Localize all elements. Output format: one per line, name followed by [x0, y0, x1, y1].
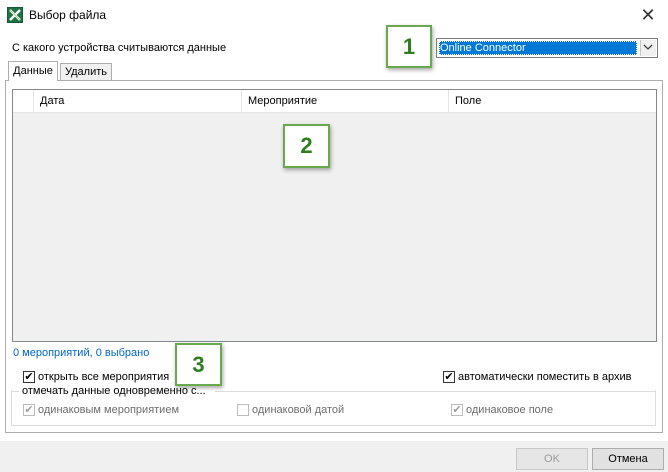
callout-badge-3: 3: [175, 343, 222, 386]
open-all-checkbox[interactable]: ✔: [23, 371, 35, 383]
auto-archive-checkbox[interactable]: ✔: [443, 371, 455, 383]
data-grid[interactable]: Дата Мероприятие Поле: [12, 89, 657, 342]
column-header-date[interactable]: Дата: [34, 90, 242, 112]
same-event-checkbox[interactable]: ✔: [23, 404, 35, 416]
same-event-label: одинаковым мероприятием: [38, 404, 180, 416]
tab-delete[interactable]: Удалить: [60, 63, 112, 80]
same-date-checkbox[interactable]: [237, 404, 249, 416]
device-dropdown[interactable]: Online Connector: [436, 38, 658, 58]
callout-badge-2: 2: [283, 124, 330, 168]
column-header-event[interactable]: Мероприятие: [242, 90, 449, 112]
excel-icon: [7, 7, 23, 23]
auto-archive-label: автоматически поместить в архив: [458, 371, 632, 383]
device-label: С какого устройства считываются данные: [12, 42, 227, 54]
group-border: [11, 391, 19, 392]
device-selected-value: Online Connector: [439, 41, 637, 55]
group-label: отмечать данные одновременно с...: [22, 385, 206, 397]
same-date-label: одинаковой датой: [252, 404, 345, 416]
selection-summary: 0 мероприятий, 0 выбрано: [13, 347, 150, 359]
group-border: [215, 391, 656, 392]
window-title: Выбор файла: [29, 8, 107, 22]
close-button[interactable]: ✕: [630, 2, 666, 28]
same-field-checkbox[interactable]: ✔: [451, 404, 463, 416]
chevron-down-icon[interactable]: [640, 40, 656, 56]
tab-data[interactable]: Данные: [8, 61, 58, 81]
column-header-field[interactable]: Поле: [449, 90, 656, 112]
open-all-label: открыть все мероприятия: [38, 371, 170, 383]
cancel-button[interactable]: Отмена: [592, 448, 664, 470]
row-header-stub: [13, 90, 34, 112]
same-field-label: одинаковое поле: [466, 404, 554, 416]
callout-badge-1: 1: [386, 25, 432, 68]
grid-header: Дата Мероприятие Поле: [13, 90, 656, 113]
ok-button[interactable]: OK: [516, 448, 588, 470]
